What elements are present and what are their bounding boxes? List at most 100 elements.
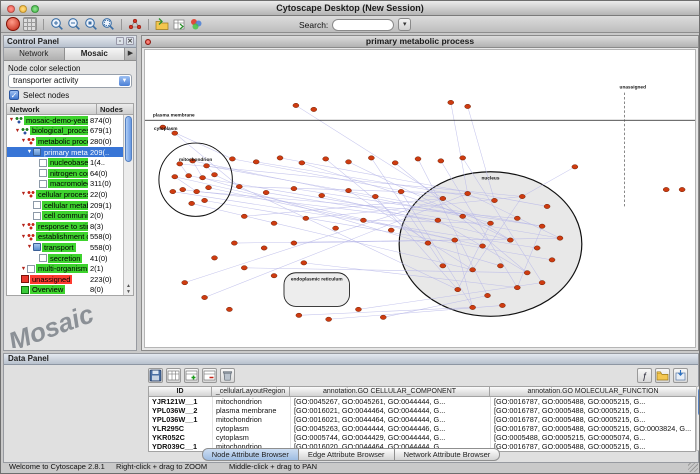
tree-row[interactable]: nitrogen compo..64(0) bbox=[7, 168, 123, 179]
tab-network-attribute-browser[interactable]: Network Attribute Browser bbox=[395, 448, 501, 461]
network-node[interactable] bbox=[663, 187, 669, 191]
network-node[interactable] bbox=[448, 100, 454, 104]
table-row[interactable]: YJR121W__1mitochondrion[GO:0045267, GO:0… bbox=[149, 397, 695, 406]
network-node[interactable] bbox=[557, 236, 563, 240]
close-panel-icon[interactable]: ✕ bbox=[126, 37, 134, 45]
network-node[interactable] bbox=[303, 216, 309, 220]
network-node[interactable] bbox=[440, 196, 446, 200]
tree-row[interactable]: ▼response to stimul..8(3) bbox=[7, 221, 123, 232]
network-node[interactable] bbox=[261, 246, 267, 250]
network-node[interactable] bbox=[180, 187, 186, 191]
zoom-in-icon[interactable] bbox=[50, 17, 64, 31]
network-node[interactable] bbox=[497, 264, 503, 268]
tree-row[interactable]: ▼transport558(0) bbox=[7, 242, 123, 253]
folder-icon[interactable] bbox=[655, 368, 670, 383]
network-node[interactable] bbox=[204, 164, 210, 168]
network-node[interactable] bbox=[452, 238, 458, 242]
maximize-window-button[interactable] bbox=[31, 5, 39, 13]
network-node[interactable] bbox=[231, 241, 237, 245]
zoom-selected-icon[interactable] bbox=[84, 17, 98, 31]
network-node[interactable] bbox=[212, 256, 218, 260]
column-header[interactable]: ID bbox=[148, 386, 212, 397]
network-node[interactable] bbox=[355, 307, 361, 311]
network-node[interactable] bbox=[539, 224, 545, 228]
network-node[interactable] bbox=[425, 241, 431, 245]
tree-row[interactable]: ▼biological_process679(1) bbox=[7, 126, 123, 137]
tree-row[interactable]: nucleobase..1(4.. bbox=[7, 157, 123, 168]
network-node[interactable] bbox=[360, 218, 366, 222]
table-row[interactable]: YPL036W__1mitochondrion[GO:0016021, GO:0… bbox=[149, 415, 695, 424]
network-node[interactable] bbox=[549, 258, 555, 262]
tab-edge-attribute-browser[interactable]: Edge Attribute Browser bbox=[299, 448, 395, 461]
frame-close-icon[interactable] bbox=[145, 39, 151, 45]
save-icon[interactable] bbox=[148, 368, 163, 383]
expand-arrow-icon[interactable]: ▼ bbox=[20, 266, 27, 272]
table-scrollbar[interactable] bbox=[696, 386, 700, 451]
network-canvas[interactable]: plasma membrane cytoplasm mitochondrion … bbox=[144, 49, 696, 348]
network-frame-titlebar[interactable]: primary metabolic process bbox=[142, 36, 698, 48]
network-node[interactable] bbox=[202, 295, 208, 299]
tree-row[interactable]: ▼establishment of lo..558(0) bbox=[7, 232, 123, 243]
window-titlebar[interactable]: Cytoscape Desktop (New Session) bbox=[1, 1, 699, 16]
network-node[interactable] bbox=[301, 261, 307, 265]
network-node[interactable] bbox=[194, 189, 200, 193]
network-node[interactable] bbox=[470, 305, 476, 309]
tree-row[interactable]: secretion41(0) bbox=[7, 253, 123, 264]
import-icon[interactable] bbox=[673, 368, 688, 383]
minimize-window-button[interactable] bbox=[19, 5, 27, 13]
select-nodes-checkbox[interactable]: ✓ bbox=[9, 90, 19, 100]
network-node[interactable] bbox=[319, 193, 325, 197]
tree-row[interactable]: ▼cellular process22(0) bbox=[7, 189, 123, 200]
tree-row[interactable]: cellular metabo..209(1) bbox=[7, 200, 123, 211]
network-node[interactable] bbox=[514, 216, 520, 220]
network-node[interactable] bbox=[326, 317, 332, 321]
network-node[interactable] bbox=[291, 186, 297, 190]
network-edge[interactable] bbox=[193, 161, 203, 178]
tree-scrollbar[interactable]: ▲▼ bbox=[123, 115, 133, 295]
network-node[interactable] bbox=[380, 315, 386, 319]
expand-arrow-icon[interactable]: ▼ bbox=[20, 234, 27, 240]
network-node[interactable] bbox=[186, 174, 192, 178]
network-node[interactable] bbox=[438, 159, 444, 163]
network-node[interactable] bbox=[253, 160, 259, 164]
tab-mosaic[interactable]: Mosaic bbox=[65, 48, 126, 60]
network-node[interactable] bbox=[485, 293, 491, 297]
network-node[interactable] bbox=[460, 214, 466, 218]
network-node[interactable] bbox=[534, 246, 540, 250]
network-node[interactable] bbox=[514, 285, 520, 289]
tree-row[interactable]: unassigned223(0) bbox=[7, 274, 123, 285]
network-node[interactable] bbox=[241, 214, 247, 218]
tree-column-network[interactable]: Network bbox=[7, 104, 97, 114]
table-row[interactable]: YLR295Ccytoplasm[GO:0045263, GO:0044444,… bbox=[149, 424, 695, 433]
search-options-icon[interactable]: ▾ bbox=[398, 18, 411, 31]
tab-overflow-icon[interactable]: ▶ bbox=[125, 48, 136, 60]
scrollbar-thumb[interactable] bbox=[125, 116, 132, 162]
network-node[interactable] bbox=[460, 156, 466, 160]
network-node[interactable] bbox=[480, 244, 486, 248]
network-node[interactable] bbox=[346, 188, 352, 192]
network-node[interactable] bbox=[455, 287, 461, 291]
network-node[interactable] bbox=[415, 157, 421, 161]
column-header[interactable]: annotation.GO CELLULAR_COMPONENT bbox=[290, 386, 490, 397]
network-node[interactable] bbox=[226, 307, 232, 311]
mitochondrion-region[interactable] bbox=[159, 143, 232, 216]
network-node[interactable] bbox=[368, 156, 374, 160]
network-node[interactable] bbox=[524, 271, 530, 275]
network-node[interactable] bbox=[333, 226, 339, 230]
column-header[interactable]: annotation.GO MOLECULAR_FUNCTION bbox=[490, 386, 696, 397]
network-node[interactable] bbox=[572, 165, 578, 169]
expand-arrow-icon[interactable]: ▼ bbox=[14, 128, 21, 134]
vizmapper-icon[interactable] bbox=[189, 17, 203, 31]
node-color-dropdown[interactable]: transporter activity ▼ bbox=[8, 74, 132, 88]
network-node[interactable] bbox=[172, 175, 178, 179]
network-node[interactable] bbox=[539, 280, 545, 284]
network-node[interactable] bbox=[170, 189, 176, 193]
network-node[interactable] bbox=[271, 274, 277, 278]
resize-grip[interactable] bbox=[688, 462, 698, 472]
network-node[interactable] bbox=[440, 264, 446, 268]
scrollbar-arrows-icon[interactable]: ▲▼ bbox=[124, 283, 133, 295]
network-edge[interactable] bbox=[299, 307, 473, 315]
tree-row[interactable]: macromolecule..311(0) bbox=[7, 179, 123, 190]
network-node[interactable] bbox=[271, 221, 277, 225]
network-node[interactable] bbox=[488, 221, 494, 225]
